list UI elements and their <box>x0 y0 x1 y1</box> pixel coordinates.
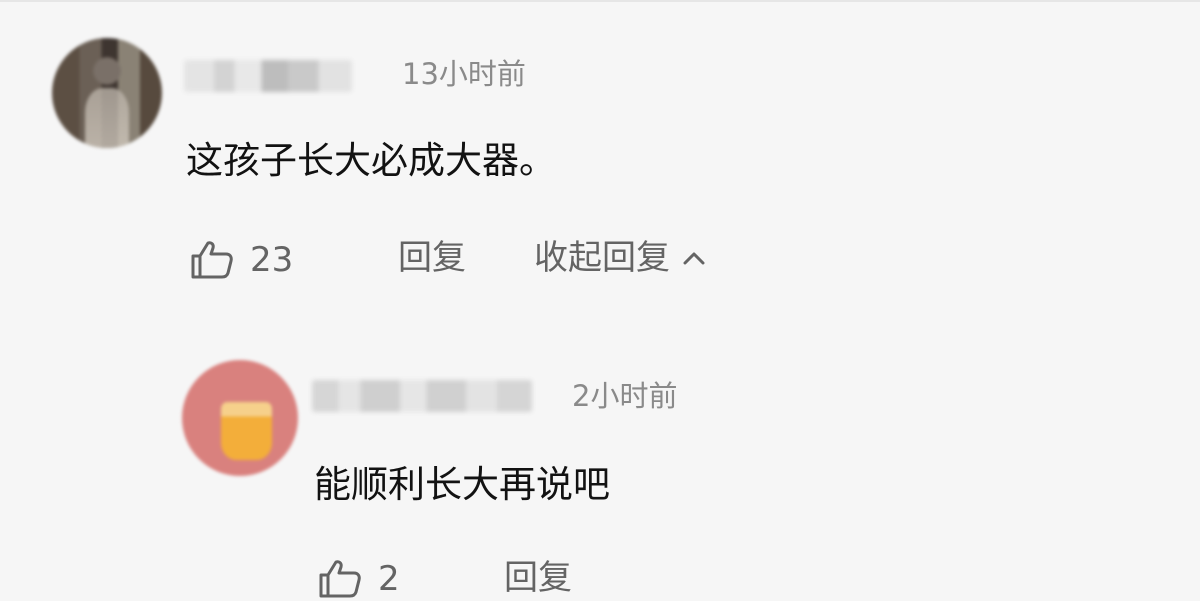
username-blurred[interactable] <box>312 380 532 412</box>
comment-timestamp: 13小时前 <box>402 57 526 91</box>
comment-text: 这孩子长大必成大器。 <box>186 139 556 182</box>
like-button[interactable]: 23 <box>190 240 293 280</box>
username-blurred[interactable] <box>184 60 352 92</box>
avatar[interactable] <box>52 38 162 148</box>
reply-button[interactable]: 回复 <box>398 241 466 275</box>
like-button[interactable]: 2 <box>318 559 400 599</box>
reply-text: 能顺利长大再说吧 <box>314 463 610 506</box>
thumbs-up-icon <box>319 560 361 598</box>
thumbs-up-icon <box>191 241 233 279</box>
top-divider <box>0 0 1200 2</box>
collapse-replies-button[interactable]: 收起回复 <box>534 241 706 275</box>
collapse-replies-label: 收起回复 <box>534 238 670 278</box>
chevron-up-icon <box>683 252 705 265</box>
reply-button[interactable]: 回复 <box>504 561 572 595</box>
avatar[interactable] <box>182 360 298 476</box>
like-count: 2 <box>378 559 400 599</box>
like-count: 23 <box>250 240 294 280</box>
reply-timestamp: 2小时前 <box>572 379 678 413</box>
